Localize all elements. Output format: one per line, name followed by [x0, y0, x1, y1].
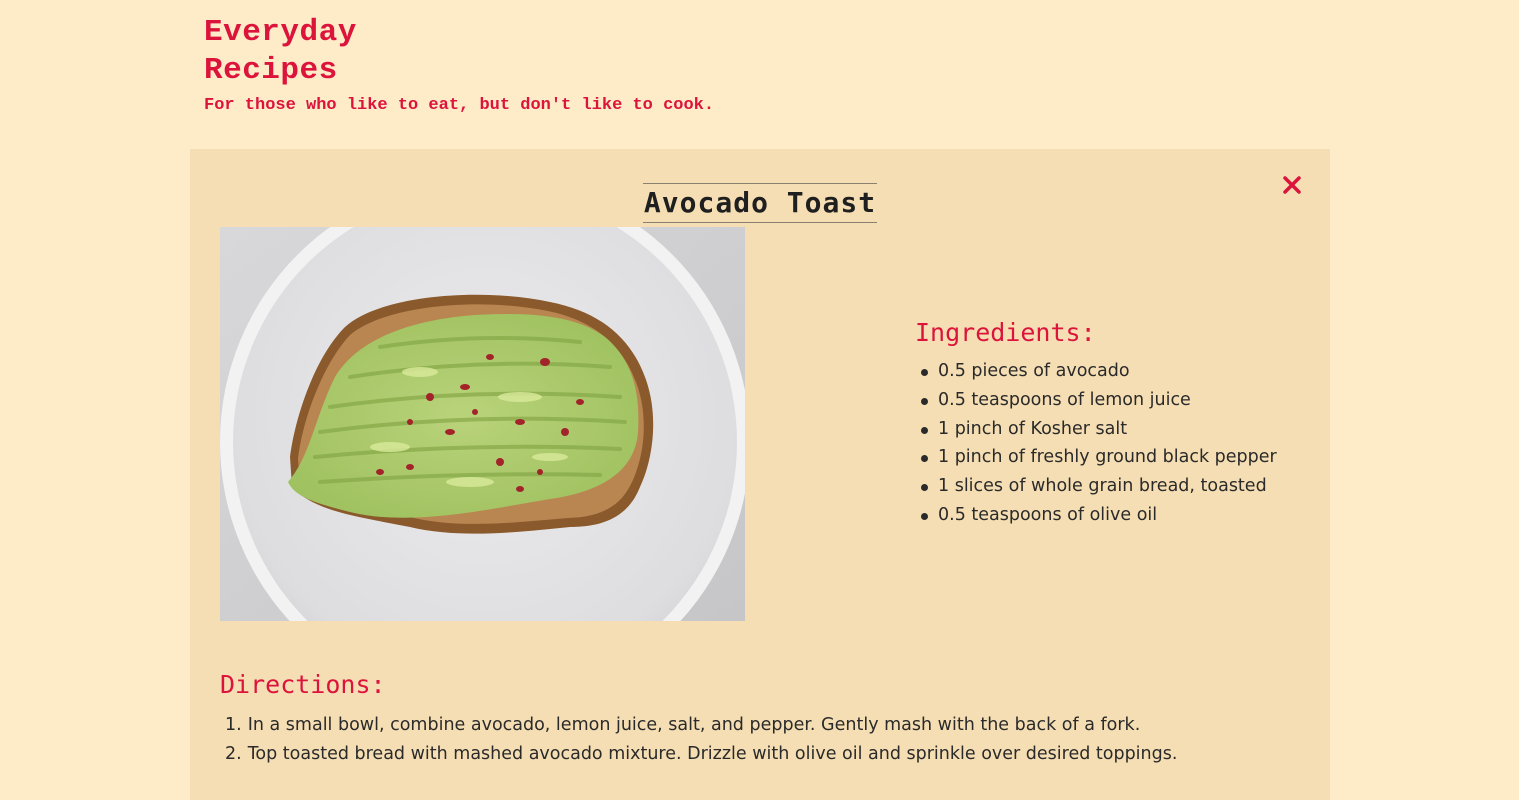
close-icon [1283, 176, 1301, 194]
direction-step-number: 2. [225, 744, 242, 764]
recipe-title: Avocado Toast [190, 182, 1330, 223]
close-button[interactable] [1280, 173, 1304, 197]
direction-step: 1. In a small bowl, combine avocado, lemo… [220, 711, 1300, 740]
directions-list: 1. In a small bowl, combine avocado, lemo… [220, 711, 1300, 769]
site-title: Everyday Recipes [204, 14, 904, 90]
ingredient-item: 0.5 teaspoons of olive oil [915, 501, 1315, 530]
direction-step-text: Top toasted bread with mashed avocado mi… [247, 744, 1178, 764]
directions-section: Directions: 1. In a small bowl, combine a… [220, 669, 1300, 769]
site-header: Everyday Recipes For those who like to e… [204, 14, 904, 116]
ingredients-list: 0.5 pieces of avocado 0.5 teaspoons of l… [915, 357, 1315, 530]
site-tagline: For those who like to eat, but don't lik… [204, 96, 715, 115]
ingredient-item: 0.5 pieces of avocado [915, 357, 1315, 386]
direction-step-number: 1. [225, 715, 242, 735]
site-title-line-1: Everyday [204, 15, 357, 50]
recipe-title-text: Avocado Toast [642, 182, 878, 223]
ingredient-item: 1 pinch of freshly ground black pepper [915, 443, 1315, 472]
ingredients-heading: Ingredients: [915, 318, 1096, 347]
recipe-card: Avocado Toast Ingredients: 0.5 pieces of… [190, 149, 1330, 800]
directions-heading: Directions: [220, 670, 386, 699]
direction-step-text: In a small bowl, combine avocado, lemon … [247, 715, 1141, 735]
ingredient-item: 0.5 teaspoons of lemon juice [915, 386, 1315, 415]
ingredient-item: 1 slices of whole grain bread, toasted [915, 472, 1315, 501]
direction-step: 2. Top toasted bread with mashed avocado … [220, 740, 1300, 769]
site-title-line-2: Recipes [204, 53, 338, 88]
ingredients-section: Ingredients: 0.5 pieces of avocado 0.5 t… [915, 317, 1315, 530]
ingredient-item: 1 pinch of Kosher salt [915, 415, 1315, 444]
recipe-image [220, 227, 745, 621]
